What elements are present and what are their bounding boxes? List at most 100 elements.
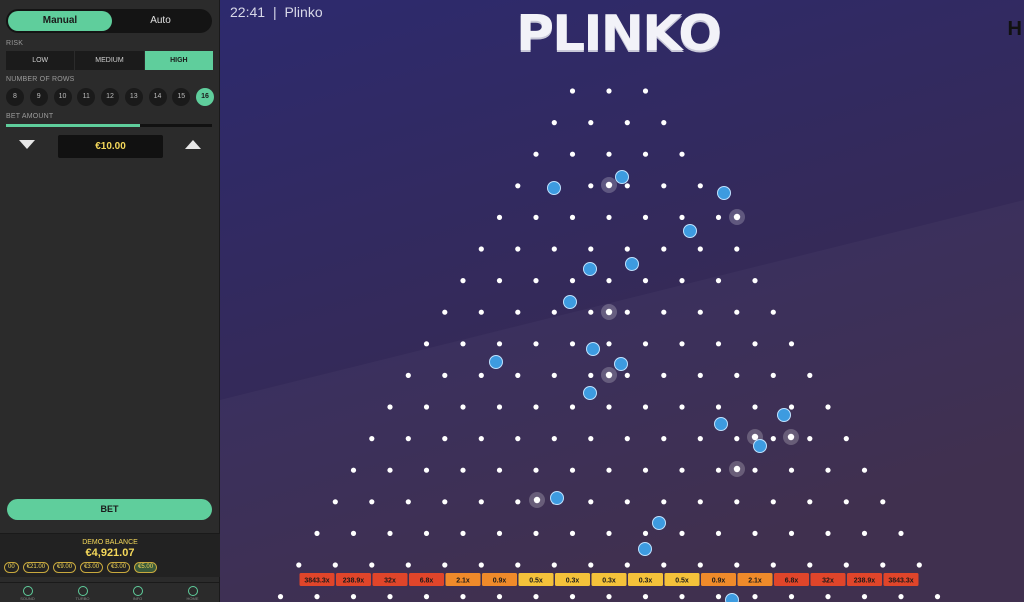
peg bbox=[332, 562, 338, 568]
tab-auto[interactable]: Auto bbox=[109, 9, 212, 33]
rows-14-button[interactable]: 14 bbox=[148, 88, 167, 106]
risk-medium-button[interactable]: MEDIUM bbox=[75, 51, 145, 70]
peg bbox=[515, 499, 521, 505]
rows-11-button[interactable]: 11 bbox=[77, 88, 96, 106]
peg bbox=[880, 499, 886, 505]
peg bbox=[569, 214, 576, 220]
peg bbox=[697, 246, 703, 252]
ball bbox=[777, 408, 791, 422]
peg bbox=[752, 341, 758, 347]
rows-8-button[interactable]: 8 bbox=[6, 88, 24, 106]
bet-button[interactable]: BET bbox=[7, 499, 212, 520]
increase-bet-button[interactable] bbox=[184, 138, 204, 152]
peg bbox=[515, 372, 521, 378]
peg bbox=[551, 436, 557, 442]
peg bbox=[606, 594, 612, 600]
ball bbox=[717, 186, 731, 200]
ball bbox=[550, 491, 564, 505]
multiplier-label: 0.3x bbox=[639, 578, 653, 585]
rows-16-button[interactable]: 16 bbox=[196, 88, 214, 106]
history-chip: 00 bbox=[4, 562, 19, 573]
peg bbox=[460, 530, 466, 537]
peg bbox=[478, 372, 484, 378]
ball bbox=[615, 170, 629, 184]
peg bbox=[533, 467, 539, 473]
peg bbox=[642, 404, 649, 410]
tab-manual[interactable]: Manual bbox=[8, 11, 112, 31]
peg bbox=[770, 309, 776, 315]
nav-label: TURBO bbox=[75, 596, 90, 601]
bet-history: 00 €21.00 €9.00 €3.00 €3.00 €5.00 bbox=[4, 562, 158, 573]
peg bbox=[533, 341, 539, 347]
peg bbox=[624, 183, 630, 189]
decrease-bet-button[interactable] bbox=[18, 138, 38, 152]
bottom-nav: SOUND TURBO INFO HOME bbox=[0, 582, 220, 602]
peg bbox=[551, 372, 557, 378]
peg bbox=[752, 278, 758, 284]
peg bbox=[715, 278, 722, 284]
peg bbox=[734, 562, 740, 568]
triangle-down-icon bbox=[19, 140, 35, 149]
peg bbox=[588, 246, 594, 252]
peg bbox=[752, 404, 758, 410]
peg bbox=[715, 404, 722, 410]
peg bbox=[515, 436, 521, 442]
control-panel: Manual Auto RISK LOW MEDIUM HIGH NUMBER … bbox=[0, 0, 220, 602]
peg bbox=[423, 530, 430, 537]
peg bbox=[624, 246, 630, 252]
multiplier-label: 3843.3x bbox=[888, 578, 913, 585]
ball bbox=[489, 355, 503, 369]
brand-logo: H bbox=[1007, 18, 1022, 40]
ball bbox=[563, 295, 577, 309]
risk-low-button[interactable]: LOW bbox=[6, 51, 76, 70]
multiplier-label: 2.1x bbox=[748, 578, 762, 585]
peg bbox=[825, 530, 831, 537]
peg bbox=[642, 278, 649, 284]
rows-10-button[interactable]: 10 bbox=[53, 88, 72, 106]
bet-slider[interactable] bbox=[6, 124, 212, 127]
peg bbox=[478, 499, 484, 505]
risk-high-button[interactable]: HIGH bbox=[144, 51, 213, 70]
peg bbox=[588, 309, 594, 315]
peg bbox=[934, 594, 941, 600]
turbo-icon bbox=[77, 586, 88, 596]
peg bbox=[697, 309, 703, 315]
peg-hit bbox=[733, 465, 741, 473]
bet-amount-field[interactable]: €10.00 bbox=[58, 135, 163, 158]
peg bbox=[332, 499, 338, 505]
peg bbox=[350, 530, 357, 537]
peg bbox=[588, 120, 594, 126]
peg bbox=[661, 499, 667, 505]
rows-13-button[interactable]: 13 bbox=[124, 88, 143, 106]
peg bbox=[533, 594, 539, 600]
ball bbox=[753, 439, 767, 453]
risk-selector: LOW MEDIUM HIGH bbox=[6, 51, 213, 70]
rows-15-button[interactable]: 15 bbox=[172, 88, 191, 106]
peg bbox=[679, 467, 685, 473]
peg bbox=[569, 594, 576, 600]
peg bbox=[405, 499, 411, 505]
peg bbox=[679, 151, 685, 157]
peg bbox=[861, 594, 868, 600]
sound-button[interactable]: SOUND bbox=[8, 583, 48, 602]
peg bbox=[569, 530, 576, 537]
peg bbox=[551, 562, 557, 568]
peg bbox=[624, 309, 630, 315]
peg-hit bbox=[605, 181, 613, 189]
info-button[interactable]: INFO bbox=[118, 583, 158, 602]
turbo-button[interactable]: TURBO bbox=[63, 583, 103, 602]
multiplier-label: 6.8x bbox=[420, 578, 434, 585]
peg bbox=[661, 436, 667, 442]
peg bbox=[679, 404, 685, 410]
peg bbox=[606, 151, 612, 157]
peg bbox=[533, 214, 539, 220]
peg bbox=[369, 499, 375, 505]
peg bbox=[642, 88, 649, 94]
home-button[interactable]: HOME bbox=[173, 583, 213, 602]
rows-12-button[interactable]: 12 bbox=[101, 88, 119, 106]
peg bbox=[350, 594, 357, 600]
peg bbox=[770, 372, 776, 378]
peg bbox=[679, 214, 685, 220]
rows-selector: 8 9 10 11 12 13 14 15 16 bbox=[6, 88, 214, 108]
rows-9-button[interactable]: 9 bbox=[29, 88, 48, 106]
